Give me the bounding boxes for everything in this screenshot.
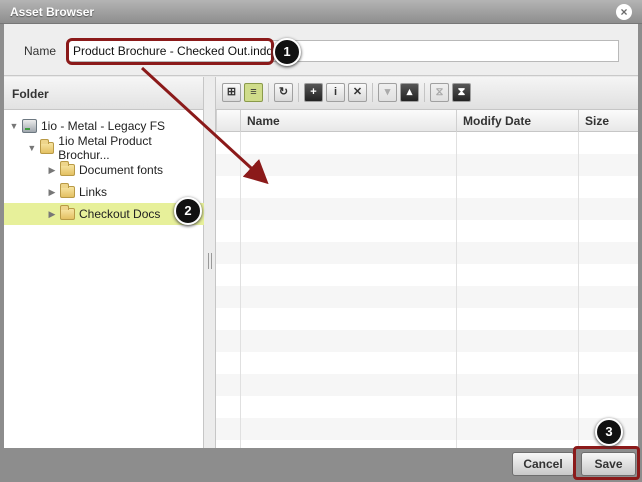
- collapsed-arrow-icon[interactable]: ▶: [46, 187, 58, 198]
- column-name[interactable]: Name: [240, 110, 456, 132]
- toolbar-separator: [424, 83, 425, 102]
- empty-row: [216, 352, 638, 374]
- column-modify-date[interactable]: Modify Date: [456, 110, 578, 132]
- delete-icon[interactable]: ✕: [348, 83, 367, 102]
- empty-row: [216, 286, 638, 308]
- column-divider: [240, 132, 241, 448]
- empty-row: [216, 198, 638, 220]
- tree-item-label: 1io Metal Product Brochur...: [58, 134, 152, 162]
- collapsed-arrow-icon[interactable]: ▶: [46, 165, 58, 176]
- file-grid-header: Name Modify Date Size: [216, 110, 638, 132]
- info-icon[interactable]: i: [326, 83, 345, 102]
- column-divider: [578, 132, 579, 448]
- tree-item-label: Checkout Docs: [79, 207, 161, 221]
- folder-icon: [39, 139, 55, 154]
- file-toolbar: ⊞ ≡ ↻ + i ✕ ▾ ▴ ⧖ ⧗: [216, 77, 638, 110]
- empty-row: [216, 396, 638, 418]
- server-icon: [22, 119, 37, 133]
- checkout-icon[interactable]: ⧖: [430, 83, 449, 102]
- title-bar[interactable]: Asset Browser ×: [0, 0, 642, 24]
- empty-row: [216, 176, 638, 198]
- files-pane: ⊞ ≡ ↻ + i ✕ ▾ ▴ ⧖ ⧗ Name Modify Date Siz…: [216, 77, 638, 448]
- empty-row: [216, 132, 638, 154]
- empty-row: [216, 242, 638, 264]
- collapsed-arrow-icon[interactable]: ▶: [46, 209, 58, 220]
- dialog-body: Name Folder ▼ 1io - Metal - Legacy FS ▼ …: [4, 24, 638, 448]
- empty-row: [216, 308, 638, 330]
- folder-pane: Folder ▼ 1io - Metal - Legacy FS ▼ 1io M…: [4, 77, 204, 448]
- annotation-badge-1: 1: [273, 38, 301, 66]
- splitter-grip-icon[interactable]: [208, 253, 212, 269]
- tree-item-document-fonts[interactable]: ▶ Document fonts: [46, 159, 202, 181]
- column-select[interactable]: [216, 110, 240, 132]
- annotation-badge-3: 3: [595, 418, 623, 446]
- thumbnail-view-icon[interactable]: ⊞: [222, 83, 241, 102]
- expanded-arrow-icon[interactable]: ▼: [8, 121, 20, 131]
- folder-icon: [60, 205, 75, 220]
- name-row: Name: [4, 24, 638, 76]
- dialog-title: Asset Browser: [10, 5, 95, 19]
- empty-row: [216, 154, 638, 176]
- asset-browser-dialog: Asset Browser × Name Folder ▼ 1io - Meta…: [0, 0, 642, 482]
- empty-row: [216, 220, 638, 242]
- refresh-icon[interactable]: ↻: [274, 83, 293, 102]
- toolbar-separator: [268, 83, 269, 102]
- toolbar-separator: [298, 83, 299, 102]
- column-size[interactable]: Size: [578, 110, 638, 132]
- save-callout-box: [573, 446, 640, 480]
- folder-down-icon[interactable]: ▾: [378, 83, 397, 102]
- annotation-badge-2: 2: [174, 197, 202, 225]
- new-folder-icon[interactable]: +: [304, 83, 323, 102]
- empty-row: [216, 374, 638, 396]
- cancel-button[interactable]: Cancel: [512, 452, 574, 476]
- empty-row: [216, 264, 638, 286]
- tree-item-label: Document fonts: [79, 163, 164, 177]
- empty-row: [216, 330, 638, 352]
- close-icon[interactable]: ×: [616, 4, 632, 20]
- expanded-arrow-icon[interactable]: ▼: [26, 143, 38, 153]
- tree-item-product-brochure[interactable]: ▼ 1io Metal Product Brochur...: [26, 134, 202, 162]
- file-grid-body[interactable]: [216, 132, 638, 448]
- folder-up-icon[interactable]: ▴: [400, 83, 419, 102]
- column-divider: [456, 132, 457, 448]
- list-view-icon[interactable]: ≡: [244, 83, 263, 102]
- empty-row: [216, 418, 638, 440]
- folder-icon: [60, 161, 75, 176]
- tree-item-label: Links: [79, 185, 108, 199]
- folder-header: Folder: [4, 77, 203, 110]
- tree-item-label: 1io - Metal - Legacy FS: [41, 119, 166, 133]
- dialog-footer: Cancel Save: [4, 448, 638, 482]
- pane-splitter[interactable]: [204, 77, 216, 448]
- checkin-icon[interactable]: ⧗: [452, 83, 471, 102]
- toolbar-separator: [372, 83, 373, 102]
- name-label: Name: [24, 44, 57, 58]
- folder-icon: [60, 183, 75, 198]
- name-callout-box: [66, 38, 274, 65]
